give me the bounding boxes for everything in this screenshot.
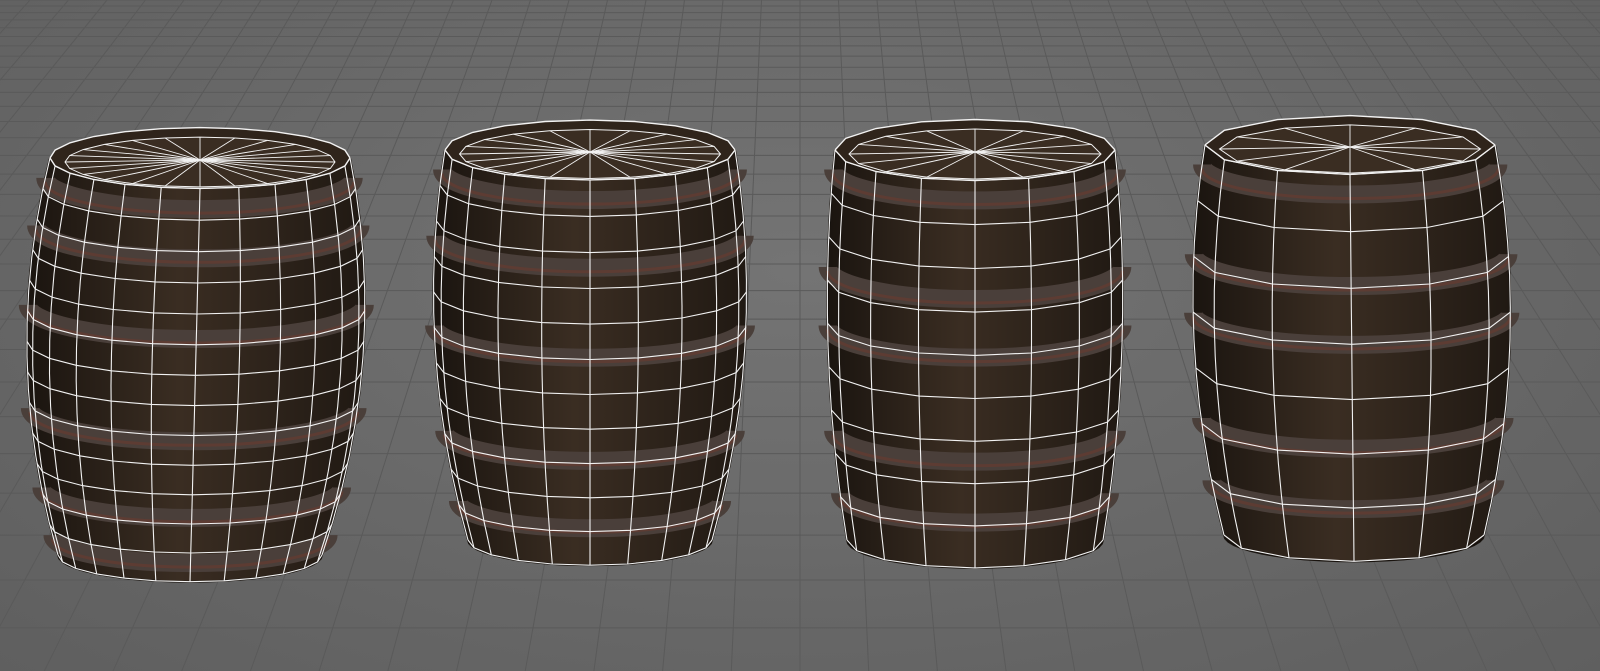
barrel-model-2[interactable] [425, 119, 755, 567]
barrel-model-1[interactable] [18, 126, 374, 583]
grid-line [1531, 0, 1600, 81]
barrel-model-4[interactable] [1184, 114, 1520, 563]
3d-viewport[interactable] [0, 0, 1600, 671]
viewport-scene [0, 0, 1600, 671]
barrel-model-3[interactable] [818, 118, 1132, 569]
